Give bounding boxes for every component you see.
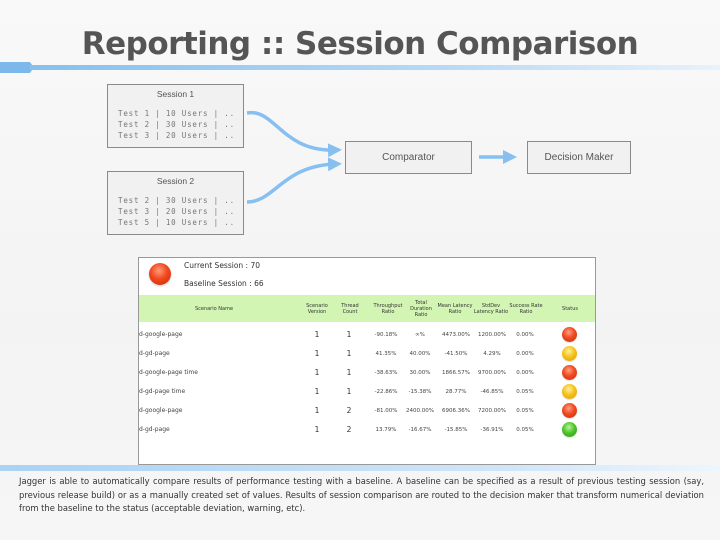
page-title: Reporting :: Session Comparison [81, 26, 639, 62]
cell-mean-latency-ratio: -15.85% [444, 426, 468, 433]
cell-scenario-name: d-google-page [139, 331, 183, 338]
session-2-title: Session 2 [156, 176, 195, 186]
session-1-test-line: Test 3 | 20 Users | .. [118, 131, 235, 140]
status-yellow-light-icon [562, 384, 577, 399]
cell-mean-latency-ratio: -41.50% [444, 350, 468, 357]
cell-scenario-name: d-gd-page [139, 426, 170, 433]
cell-total-duration-ratio: 2400.00% [406, 407, 434, 414]
cell-success-rate-ratio: 0.05% [516, 388, 534, 395]
cell-throughput-ratio: -38.63% [374, 369, 398, 376]
cell-scenario-version: 1 [314, 425, 320, 434]
description-text: Jagger is able to automatically compare … [19, 476, 704, 513]
cell-total-duration-ratio: 30.00% [409, 369, 431, 376]
status-green-light-icon [562, 422, 577, 437]
cell-scenario-name: d-google-page time [139, 369, 198, 376]
session-1-test-line: Test 1 | 10 Users | .. [118, 109, 235, 118]
status-red-light-icon [562, 327, 577, 342]
cell-mean-latency-ratio: 28.77% [445, 388, 467, 395]
arrow-session1-to-comparator [246, 110, 342, 158]
cell-stddev-latency-ratio: -36.91% [480, 426, 504, 433]
cell-success-rate-ratio: 0.00% [516, 369, 534, 376]
table-row: d-google-page 1 2 -81.00% 2400.00% 6906.36% 72… [139, 401, 595, 420]
col-header-mean-latency-ratio: Mean Latency Ratio [437, 302, 473, 315]
comparator-box: Comparator [345, 141, 472, 174]
status-red-light-icon [562, 365, 577, 380]
session-2-test-line: Test 3 | 20 Users | .. [118, 207, 235, 216]
decision-maker-label: Decision Maker [544, 152, 614, 163]
cell-stddev-latency-ratio: -46.85% [480, 388, 504, 395]
col-header-thread-count: Thread Count [341, 302, 359, 315]
cell-thread-count: 2 [346, 425, 352, 434]
session-1-title: Session 1 [156, 89, 195, 99]
title-underline-line [30, 65, 720, 70]
table-row: d-gd-page 1 2 13.79% -16.67% -15.85% -36.91% 0.… [139, 420, 595, 439]
cell-stddev-latency-ratio: 4.29% [483, 350, 501, 357]
cell-throughput-ratio: -22.86% [374, 388, 398, 395]
col-header-success-rate-ratio: Success Rate Ratio [509, 302, 543, 315]
table-row: d-gd-page time 1 1 -22.86% -15.38% 28.77% -46.… [139, 382, 595, 401]
session-2-test-line: Test 5 | 10 Users | .. [118, 218, 235, 227]
cell-scenario-name: d-google-page [139, 407, 183, 414]
cell-total-duration-ratio: ∞% [415, 331, 425, 338]
report-header-row: Scenario Name Scenario Version Thread Co… [139, 295, 595, 322]
cell-scenario-version: 1 [314, 330, 320, 339]
status-yellow-light-icon [562, 346, 577, 361]
cell-stddev-latency-ratio: 9700.00% [478, 369, 506, 376]
cell-total-duration-ratio: 40.00% [409, 350, 431, 357]
cell-scenario-name: d-gd-page [139, 350, 170, 357]
col-header-scenario-name: Scenario Name [194, 305, 234, 312]
title-underline [0, 62, 720, 73]
col-header-status: Status [562, 305, 578, 312]
overall-status-light-icon [149, 263, 171, 285]
baseline-session-label: Baseline Session : 66 [184, 279, 264, 288]
cell-throughput-ratio: 41.35% [375, 350, 397, 357]
cell-thread-count: 1 [346, 349, 352, 358]
cell-scenario-version: 1 [314, 349, 320, 358]
col-header-scenario-version: Scenario Version [306, 302, 328, 315]
table-row: d-gd-page 1 1 41.35% 40.00% -41.50% 4.29% 0.00% [139, 344, 595, 363]
bottom-divider [0, 465, 720, 471]
arrow-session2-to-comparator [246, 157, 342, 204]
cell-scenario-name: d-gd-page time [139, 388, 186, 395]
comparison-report: Current Session : 70 Baseline Session : … [138, 257, 596, 465]
cell-scenario-version: 1 [314, 368, 320, 377]
col-header-total-duration-ratio: Total Duration Ratio [410, 299, 432, 318]
cell-mean-latency-ratio: 1866.57% [442, 369, 470, 376]
cell-total-duration-ratio: -15.38% [408, 388, 432, 395]
cell-throughput-ratio: 13.79% [375, 426, 397, 433]
comparator-label: Comparator [382, 152, 435, 163]
cell-throughput-ratio: -90.18% [374, 331, 398, 338]
cell-total-duration-ratio: -16.67% [408, 426, 432, 433]
cell-thread-count: 1 [346, 387, 352, 396]
decision-maker-box: Decision Maker [527, 141, 631, 174]
cell-scenario-version: 1 [314, 406, 320, 415]
cell-success-rate-ratio: 0.00% [516, 350, 534, 357]
cell-success-rate-ratio: 0.05% [516, 426, 534, 433]
cell-thread-count: 1 [346, 330, 352, 339]
cell-scenario-version: 1 [314, 387, 320, 396]
status-red-light-icon [562, 403, 577, 418]
session-1-box: Session 1 Test 1 | 10 Users | .. Test 2 … [107, 84, 244, 148]
cell-mean-latency-ratio: 4473.00% [442, 331, 470, 338]
table-row: d-google-page 1 1 -90.18% ∞% 4473.00% 1200.00%… [139, 325, 595, 344]
cell-success-rate-ratio: 0.00% [516, 331, 534, 338]
cell-mean-latency-ratio: 6906.36% [442, 407, 470, 414]
session-1-test-line: Test 2 | 30 Users | .. [118, 120, 235, 129]
title-underline-cap [0, 62, 34, 73]
cell-success-rate-ratio: 0.05% [516, 407, 534, 414]
session-2-box: Session 2 Test 2 | 30 Users | .. Test 3 … [107, 171, 244, 235]
cell-stddev-latency-ratio: 1200.00% [478, 331, 506, 338]
current-session-label: Current Session : 70 [184, 261, 261, 270]
cell-thread-count: 1 [346, 368, 352, 377]
table-row: d-google-page time 1 1 -38.63% 30.00% 1866.57… [139, 363, 595, 382]
cell-thread-count: 2 [346, 406, 352, 415]
cell-stddev-latency-ratio: 7200.00% [478, 407, 506, 414]
session-2-test-line: Test 2 | 30 Users | .. [118, 196, 235, 205]
col-header-throughput-ratio: Throughput Ratio [373, 302, 403, 315]
cell-throughput-ratio: -81.00% [374, 407, 398, 414]
